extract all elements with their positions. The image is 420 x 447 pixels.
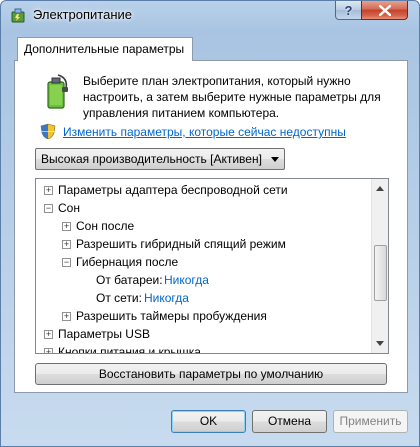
tree-item-sleep[interactable]: − Сон (40, 199, 370, 217)
tree-item-label: Разрешить таймеры пробуждения (76, 309, 267, 323)
tree-item-label: Параметры USB (58, 327, 150, 341)
expand-icon[interactable]: + (44, 186, 53, 195)
help-icon: ? (344, 2, 353, 18)
tab-advanced-settings[interactable]: Дополнительные параметры (17, 37, 194, 61)
scrollbar-thumb[interactable] (374, 245, 387, 301)
collapse-icon[interactable]: − (44, 204, 53, 213)
expand-icon[interactable]: + (62, 312, 71, 321)
tree-item-label: Кнопки питания и крышка (58, 345, 201, 354)
close-button[interactable] (361, 1, 408, 20)
tree-item-plugged-in[interactable]: От сети: Никогда (40, 289, 370, 307)
tree-item-label: Сон (58, 201, 80, 215)
expand-icon[interactable]: + (44, 348, 53, 353)
tree-item-sleep-after[interactable]: + Сон после (40, 217, 370, 235)
tree-item-wireless-adapter[interactable]: + Параметры адаптера беспроводной сети (40, 181, 370, 199)
tree-item-label: Гибернация после (76, 255, 179, 269)
tree-scrollbar[interactable] (371, 179, 388, 353)
title-bar[interactable]: Электропитание ? (1, 1, 419, 29)
battery-power-icon (47, 74, 68, 109)
tree-item-label: Сон после (76, 219, 135, 233)
ok-button[interactable]: OK (171, 410, 246, 433)
tree-item-wake-timers[interactable]: + Разрешить таймеры пробуждения (40, 307, 370, 325)
on-battery-value-link[interactable]: Никогда (164, 271, 209, 289)
collapse-icon[interactable]: − (62, 258, 71, 267)
tree-item-power-buttons-lid[interactable]: + Кнопки питания и крышка (40, 343, 370, 354)
window-title: Электропитание (33, 7, 132, 22)
tree-item-on-battery[interactable]: От батареи: Никогда (40, 271, 370, 289)
tree-item-label: От батареи: (96, 273, 163, 287)
plugged-in-value-link[interactable]: Никогда (144, 289, 189, 307)
apply-button[interactable]: Применить (333, 410, 408, 433)
power-options-window: Электропитание ? Дополнительные параметр… (0, 0, 420, 447)
settings-tree[interactable]: + Параметры адаптера беспроводной сети −… (35, 178, 389, 354)
tree-item-hybrid-sleep[interactable]: + Разрешить гибридный спящий режим (40, 235, 370, 253)
advanced-settings-panel: Выберите план электропитания, который ну… (14, 60, 408, 393)
scroll-up-icon[interactable] (374, 182, 386, 194)
power-plan-select[interactable]: Высокая производительность [Активен] (35, 148, 285, 170)
power-plan-value: Высокая производительность [Активен] (41, 152, 262, 166)
uac-shield-icon (40, 123, 56, 140)
tree-item-label: Параметры адаптера беспроводной сети (58, 183, 288, 197)
expand-icon[interactable]: + (44, 330, 53, 339)
help-button[interactable]: ? (335, 1, 362, 20)
close-icon (378, 4, 391, 16)
cancel-button[interactable]: Отмена (252, 410, 327, 433)
intro-description: Выберите план электропитания, который ну… (83, 74, 381, 120)
tree-item-label: От сети: (96, 291, 142, 305)
tree-item-usb-settings[interactable]: + Параметры USB (40, 325, 370, 343)
change-unavailable-settings-link[interactable]: Изменить параметры, которые сейчас недос… (63, 125, 346, 139)
expand-icon[interactable]: + (62, 240, 71, 249)
power-app-icon (11, 8, 25, 23)
expand-icon[interactable]: + (62, 222, 71, 231)
dropdown-arrow-icon (271, 157, 279, 162)
scroll-down-icon[interactable] (374, 337, 386, 349)
tree-item-label: Разрешить гибридный спящий режим (76, 237, 286, 251)
tree-item-hibernate-after[interactable]: − Гибернация после (40, 253, 370, 271)
restore-defaults-button[interactable]: Восстановить параметры по умолчанию (35, 363, 387, 385)
